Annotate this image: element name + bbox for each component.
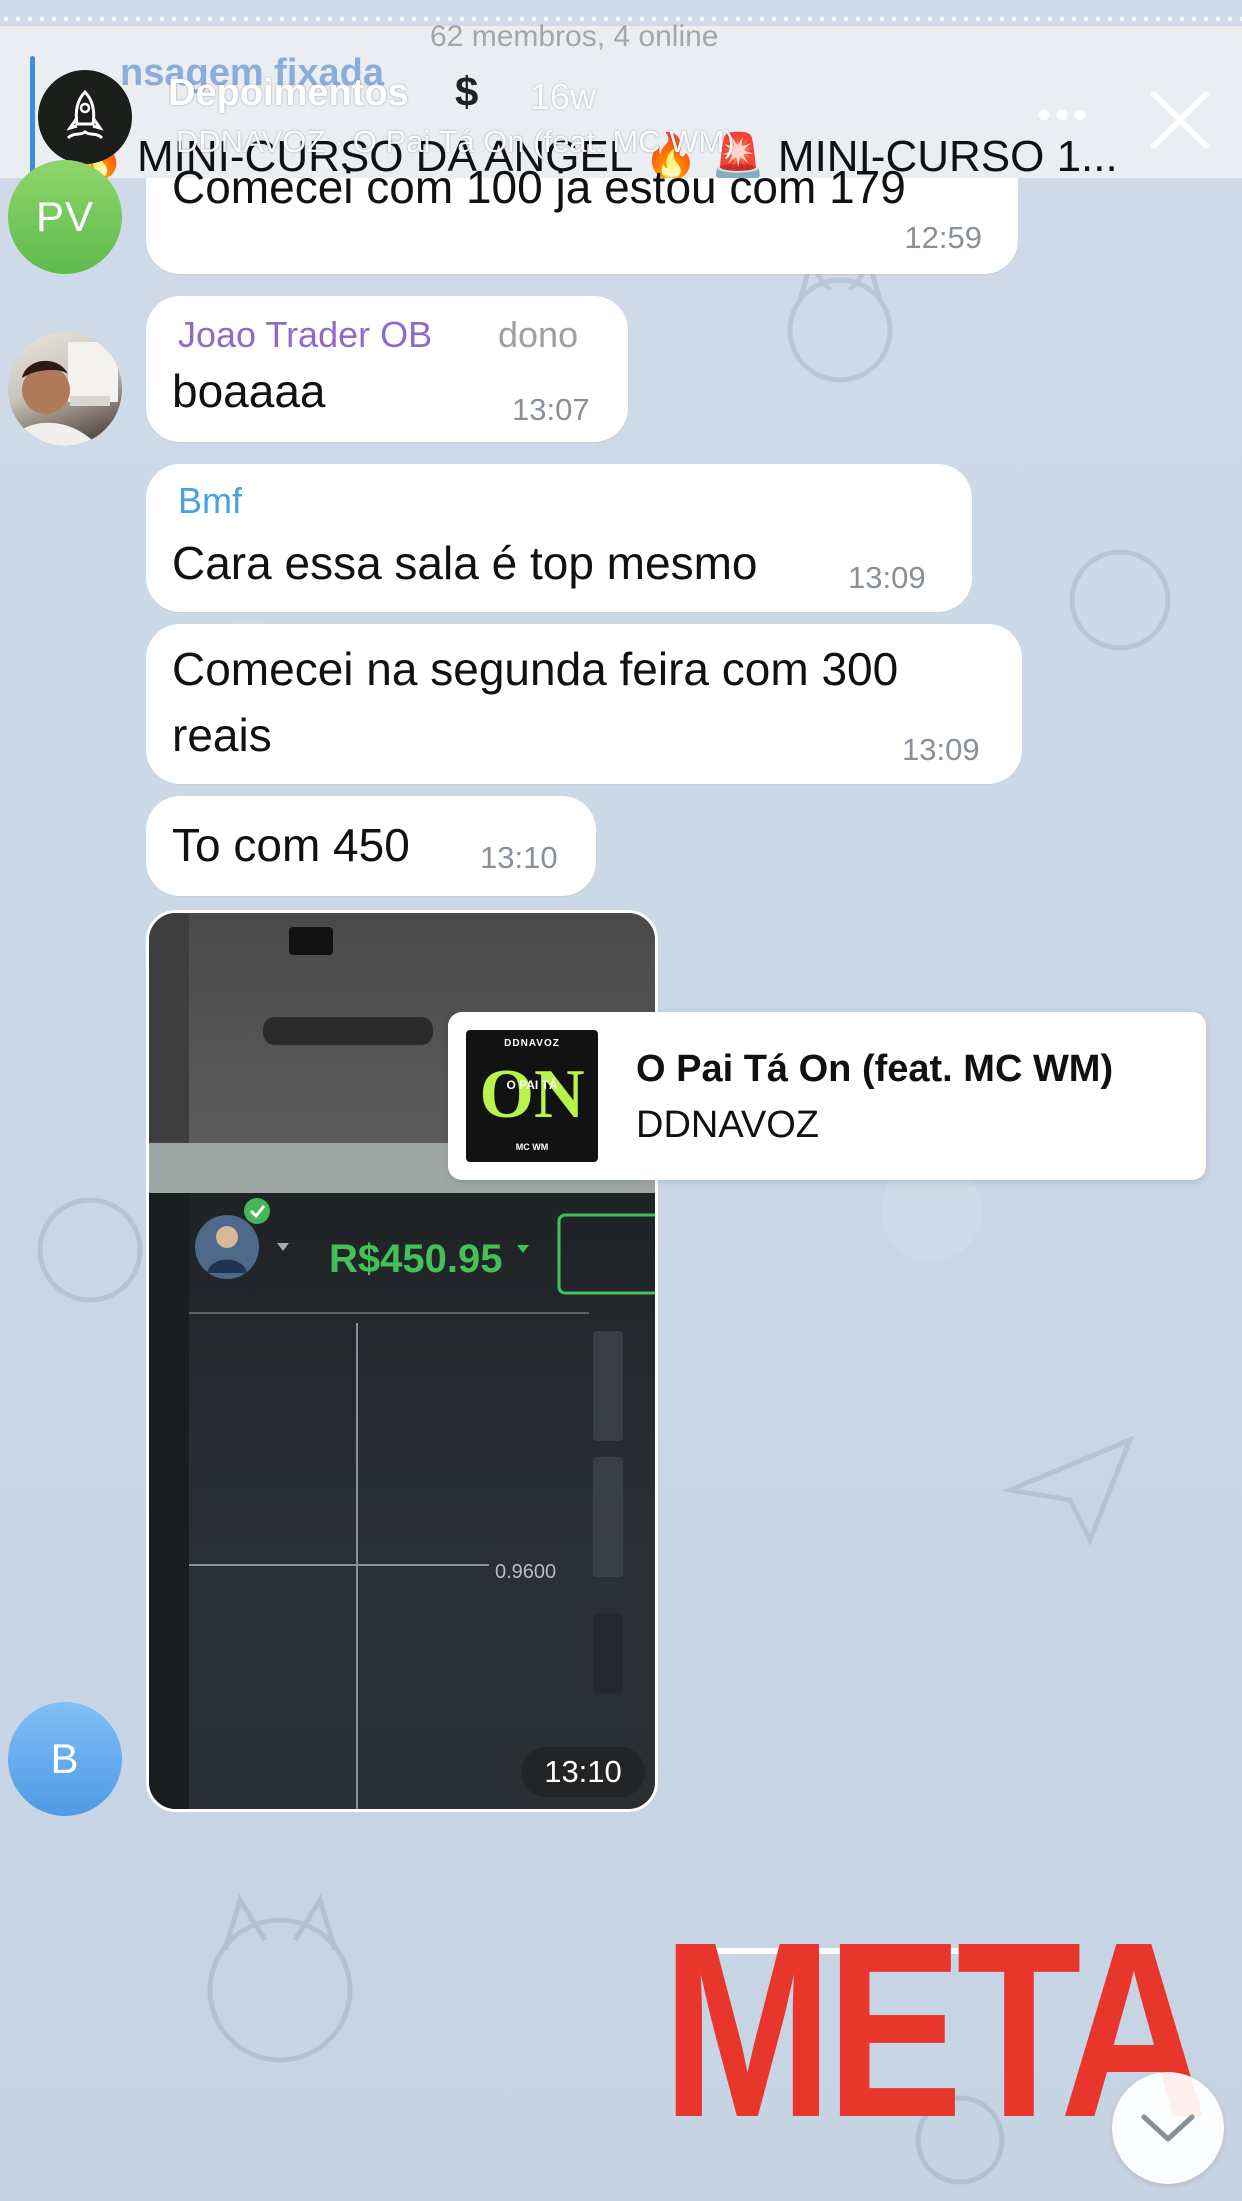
story-username[interactable]: Depoimentos [168, 72, 409, 115]
message-bubble-bmf: Bmf Cara essa sala é top mesmo 13:09 [146, 464, 972, 612]
message-text: boaaaa [172, 365, 326, 417]
doodle-cat-icon [1069, 549, 1171, 651]
avatar-b[interactable]: B [8, 1702, 122, 1816]
album-title-small: O PAI TÁ [506, 1078, 558, 1092]
album-cover: DDNAVOZ ON O PAI TÁ MC WM [466, 1030, 598, 1162]
message-bubble: Comecei na segunda feira com 300 reais 1… [146, 624, 1022, 784]
more-options-icon[interactable] [1037, 108, 1087, 122]
avatar-pv[interactable]: PV [8, 160, 122, 274]
message-text-line2: reais [172, 709, 272, 761]
album-title-big: ON [479, 1056, 585, 1133]
story-header: 62 membros, 4 online nsagem fixada 🔥 MIN… [0, 20, 1242, 181]
rocket-icon [66, 89, 104, 140]
song-title: O Pai Tá On (feat. MC WM) [636, 1048, 1114, 1090]
message-time: 13:09 [848, 560, 926, 595]
story-avatar[interactable] [38, 70, 132, 164]
music-sticker[interactable]: DDNAVOZ ON O PAI TÁ MC WM O Pai Tá On (f… [448, 1012, 1206, 1180]
message-text: Comecei com 100 ja estou com 179 [172, 161, 906, 213]
message-bubble: To com 450 13:10 [146, 796, 596, 896]
story-timestamp: 16w [530, 76, 597, 117]
trading-chart-image [149, 1193, 655, 1809]
scroll-down-button[interactable] [1112, 2072, 1224, 2184]
photo-time: 13:10 [521, 1747, 645, 1797]
doodle-cat-icon [207, 1893, 353, 2063]
album-feat-text: MC WM [515, 1142, 549, 1152]
album-artist-text: DDNAVOZ [504, 1038, 560, 1049]
message-time: 12:59 [904, 220, 982, 255]
pinned-indicator [30, 56, 35, 178]
sender-name[interactable]: Joao Trader OB [178, 314, 432, 356]
song-artist: DDNAVOZ [636, 1104, 819, 1146]
story-music-info[interactable]: DDNAVOZ · O Pai Tá On (feat. MC WM) [176, 124, 735, 160]
doodle-plane-icon [1001, 1435, 1135, 1547]
balance-value: R$450.95 [329, 1237, 503, 1281]
message-time: 13:09 [902, 732, 980, 767]
chevron-down-icon [1141, 2114, 1195, 2142]
message-time: 13:07 [512, 392, 590, 427]
message-bubble-joao: Joao Trader OB dono boaaaa 13:07 [146, 296, 628, 442]
doodle-cat-icon [37, 1197, 143, 1303]
avatar-joao[interactable] [8, 332, 122, 446]
avatar-photo-image [8, 342, 118, 446]
message-text: Cara essa sala é top mesmo [172, 537, 758, 589]
close-icon[interactable] [1148, 88, 1212, 152]
chat-members-status: 62 membros, 4 online [430, 20, 719, 53]
photo-screen [149, 1193, 655, 1809]
message-text: To com 450 [172, 819, 410, 871]
sender-name[interactable]: Bmf [178, 480, 242, 522]
message-bubble: Comecei com 100 ja estou com 179 12:59 [146, 161, 1018, 274]
message-text-line1: Comecei na segunda feira com 300 [172, 643, 899, 695]
sender-role-badge: dono [498, 314, 579, 355]
message-time: 13:10 [480, 840, 558, 875]
dollar-badge: $ [455, 68, 479, 115]
price-line-label: 0.9600 [495, 1561, 557, 1583]
